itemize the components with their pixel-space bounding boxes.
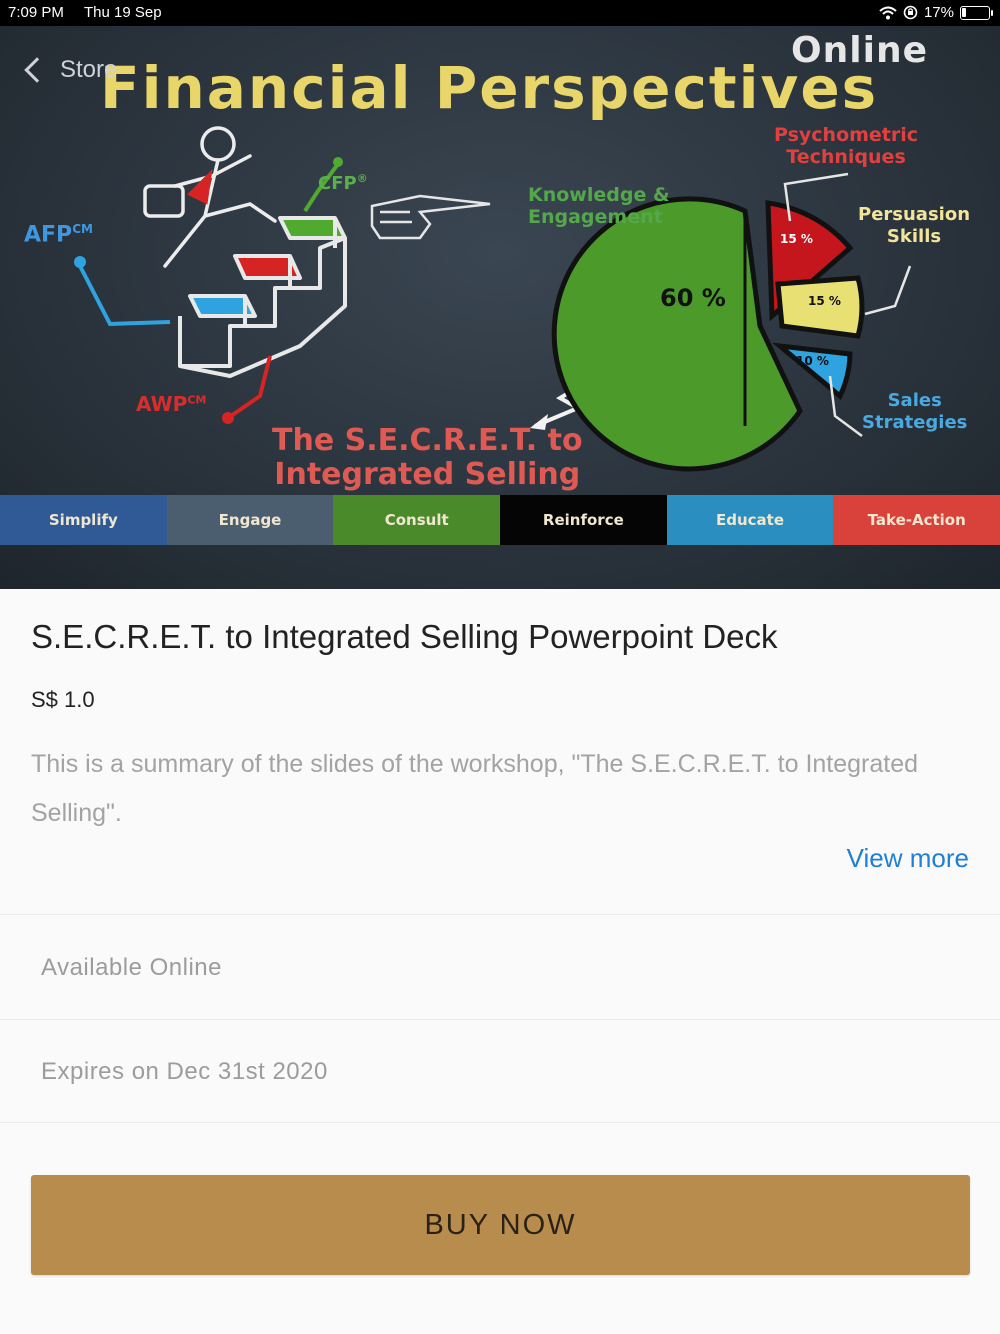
- segment-take-action: Take-Action: [833, 495, 1000, 545]
- divider: [0, 1019, 1000, 1020]
- pie-chart: [551, 196, 865, 472]
- expiry-text: Expires on Dec 31st 2020: [41, 1058, 328, 1085]
- pie-label-10: 10 %: [796, 354, 829, 368]
- label-sales: Sales Strategies: [862, 390, 968, 433]
- label-psychometric: Psychometric Techniques: [774, 124, 919, 168]
- climbing-figure: [143, 126, 277, 268]
- view-more-link[interactable]: View more: [847, 843, 969, 874]
- buy-now-button[interactable]: BUY NOW: [31, 1175, 970, 1275]
- wifi-icon: [879, 6, 897, 19]
- label-knowledge: Knowledge & Engagement: [528, 184, 670, 228]
- orientation-lock-icon: [903, 5, 918, 20]
- status-date: Thu 19 Sep: [84, 4, 162, 21]
- staircase-illustration: [178, 216, 347, 378]
- product-description: This is a summary of the slides of the w…: [31, 750, 919, 827]
- pie-label-15-red: 15 %: [780, 232, 813, 246]
- label-afp: AFPCM: [24, 222, 93, 248]
- segment-simplify: Simplify: [0, 495, 167, 545]
- back-label: Store: [60, 56, 118, 83]
- product-title: S.E.C.R.E.T. to Integrated Selling Power…: [31, 618, 778, 655]
- availability-text: Available Online: [41, 954, 223, 981]
- chevron-left-icon: [24, 57, 50, 83]
- product-banner: Store Online Financial Perspectives Psyc…: [0, 26, 1000, 589]
- label-secret-title: The S.E.C.R.E.T. to Integrated Selling: [272, 423, 583, 492]
- segment-engage: Engage: [166, 495, 334, 545]
- segment-consult: Consult: [333, 495, 501, 545]
- label-cfp: CFP®: [318, 172, 368, 194]
- divider: [0, 1122, 1000, 1123]
- pie-label-60: 60 %: [660, 284, 726, 312]
- back-button[interactable]: Store: [20, 56, 117, 84]
- segment-educate: Educate: [666, 495, 834, 545]
- battery-percent: 17%: [923, 4, 954, 21]
- banner-title: Financial Perspectives: [100, 54, 879, 122]
- pie-label-15-yellow: 15 %: [808, 294, 841, 308]
- status-indicators: 17%: [879, 4, 993, 21]
- divider: [0, 914, 1000, 915]
- status-time: 7:09 PM: [8, 4, 64, 21]
- label-persuasion: Persuasion Skills: [858, 204, 971, 247]
- battery-icon: [960, 5, 993, 20]
- banner-segment-bar: Simplify Engage Consult Reinforce Educate Tak…: [0, 495, 1000, 545]
- label-awp: AWPCM: [136, 392, 207, 416]
- segment-reinforce: Reinforce: [500, 495, 667, 545]
- product-price: S$ 1.0: [31, 687, 95, 712]
- battery-level: [962, 7, 966, 17]
- status-bar: 7:09 PM Thu 19 Sep 17%: [0, 0, 1000, 26]
- pointing-hand-illustration: [370, 194, 491, 240]
